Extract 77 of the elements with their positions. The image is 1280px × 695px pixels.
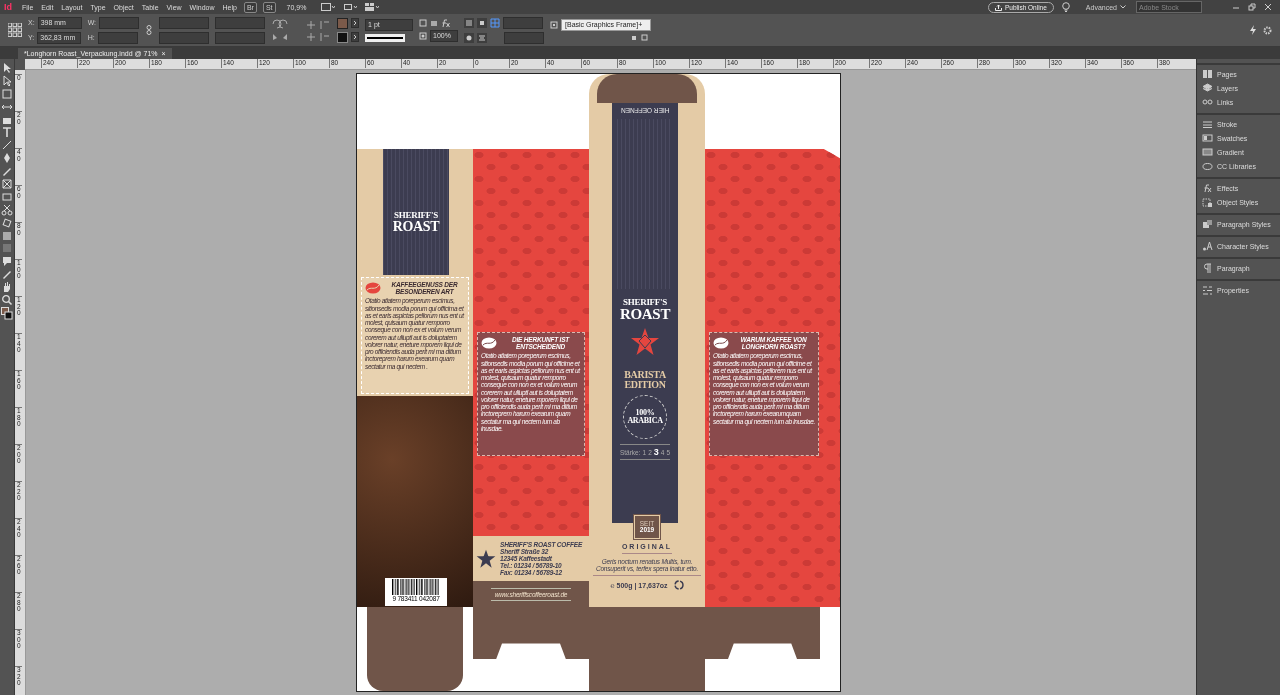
swatches-icon [1202, 132, 1213, 144]
coffee-bean-icon [365, 282, 381, 295]
columns-field[interactable] [503, 16, 544, 29]
pilcrow-icon [1202, 262, 1213, 274]
rectangle-icon[interactable] [1, 190, 13, 203]
width-field[interactable] [99, 16, 140, 29]
fit-content-icon[interactable] [430, 18, 439, 27]
direct-selection-icon[interactable] [1, 74, 13, 87]
restore-icon[interactable] [1248, 3, 1256, 11]
brand-name: SHERIFF'S [393, 210, 439, 220]
selection-arrow-icon[interactable] [1, 62, 13, 74]
view-options-icon[interactable] [342, 3, 357, 11]
object-style-icon[interactable] [550, 20, 559, 29]
gradient-icon [1202, 146, 1213, 158]
rotation-field[interactable] [215, 16, 266, 29]
scissors-icon[interactable] [1, 203, 13, 216]
brand-name: SHERIFF'S [623, 298, 667, 307]
paragraph-styles-icon [1202, 218, 1213, 230]
link-icon[interactable] [145, 25, 154, 35]
height-field[interactable] [97, 31, 138, 44]
stroke-swatch[interactable] [337, 31, 349, 43]
fx-icon[interactable] [441, 18, 452, 27]
fill-stroke-icon[interactable] [1, 306, 13, 321]
close-icon[interactable] [1264, 3, 1272, 11]
line-tool-icon[interactable] [1, 139, 13, 152]
scale-x-field[interactable] [159, 16, 210, 29]
pen-icon[interactable] [1, 152, 13, 165]
chevron-down-icon [1120, 5, 1126, 9]
zoom-icon[interactable] [1, 294, 13, 307]
note-icon[interactable] [1, 255, 13, 268]
frame-fitting-icon[interactable] [419, 18, 428, 27]
settings-icon[interactable] [1263, 25, 1272, 35]
transform-buttons-icon[interactable] [271, 18, 332, 42]
type-tool-icon[interactable] [1, 126, 13, 139]
align-lines-icon[interactable] [477, 32, 488, 43]
frame-icon[interactable] [1, 178, 13, 190]
link-icon [1202, 96, 1213, 108]
stroke-type-dropdown[interactable] [365, 33, 406, 42]
edition-name: BARISTA [624, 370, 666, 380]
chevron-right-icon[interactable] [351, 32, 360, 42]
scale-y-field[interactable] [159, 31, 210, 44]
fill-swatch[interactable] [337, 17, 349, 29]
page-tool-icon[interactable] [1, 87, 13, 100]
opacity-icon[interactable] [419, 31, 428, 40]
transform-icon[interactable] [1, 216, 13, 229]
shear-field[interactable] [215, 31, 266, 44]
seal-text: 100% [635, 409, 655, 417]
screen-mode-icon[interactable] [320, 3, 335, 11]
object-styles-icon [1202, 196, 1213, 208]
star-logo-icon [476, 548, 496, 569]
lightning-icon[interactable] [1249, 25, 1257, 35]
brand-name: ROAST [391, 219, 441, 234]
chevron-right-icon[interactable] [351, 18, 360, 28]
upload-icon [994, 3, 1002, 11]
character-styles-icon [1202, 240, 1213, 252]
lightbulb-icon[interactable] [1061, 2, 1070, 12]
circle-icon[interactable] [464, 32, 475, 43]
coffee-bean-icon [481, 337, 497, 350]
eyedropper-icon[interactable] [1, 268, 13, 281]
seal-text: ARABICA [627, 417, 663, 425]
wrap-around-icon[interactable] [477, 17, 488, 28]
reference-point-icon[interactable] [8, 23, 22, 37]
cloud-icon [1202, 160, 1213, 172]
strength-level: 3 [653, 447, 659, 457]
star-logo-icon [630, 327, 660, 357]
layers-icon [1202, 82, 1213, 94]
barcode-drawing [392, 578, 440, 595]
coffee-bean-icon [713, 337, 729, 350]
brand-name: ROAST [619, 307, 671, 322]
text-wrap-icon[interactable] [464, 17, 475, 28]
edition-name: EDITION [624, 380, 666, 390]
properties-icon [1202, 284, 1213, 296]
pages-icon [1202, 68, 1213, 80]
gutter-field[interactable] [504, 31, 545, 44]
fx-icon [1202, 182, 1213, 194]
stroke-icon [1202, 118, 1213, 130]
arrange-documents-icon[interactable] [364, 3, 379, 11]
